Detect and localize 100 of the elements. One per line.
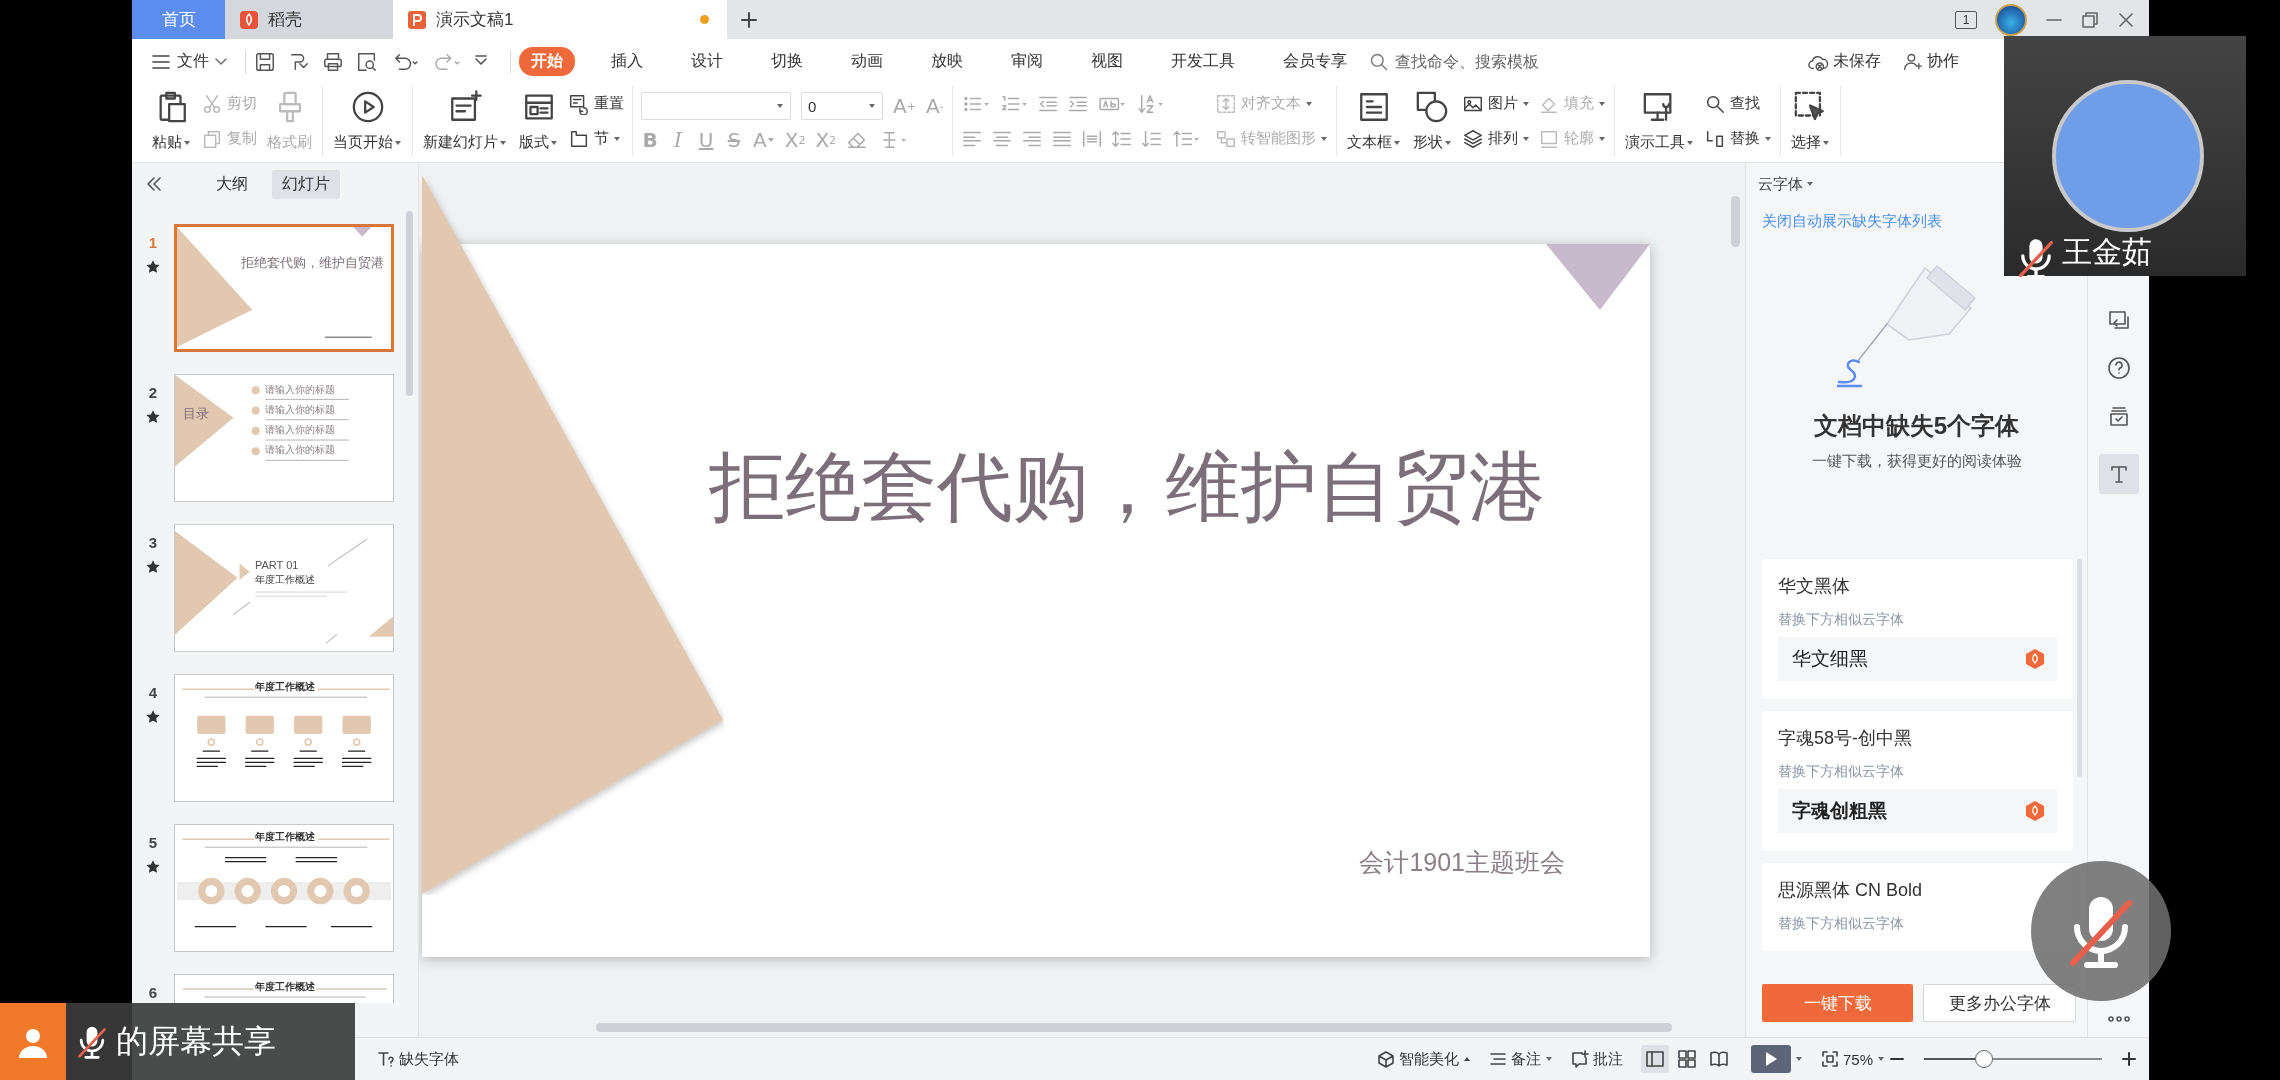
scrollbar[interactable]: [2077, 559, 2082, 777]
slide-thumbnail[interactable]: 目录 请输入你的标题 请输入你的标题 请输入你的标题 请输入你的标题: [174, 374, 394, 502]
hexagon-icon: [2025, 648, 2045, 670]
ribbon-button[interactable]: 选择: [1788, 86, 1832, 156]
grid-view-icon: [1676, 1049, 1697, 1069]
print-icon[interactable]: [322, 50, 344, 73]
save-status[interactable]: 未保存: [1807, 51, 1881, 72]
slide-text: 目录: [183, 405, 209, 423]
comments-button[interactable]: 批注: [1570, 1049, 1623, 1069]
ribbon-button[interactable]: 当页开始: [331, 86, 404, 156]
preview-icon[interactable]: [356, 50, 378, 73]
ribbon-button[interactable]: 演示工具: [1622, 86, 1696, 156]
font-warning-icon: [377, 1050, 395, 1068]
plus-icon[interactable]: [739, 9, 759, 30]
layers-icon: [1461, 127, 1484, 150]
panel-tab[interactable]: 幻灯片: [272, 169, 340, 199]
ribbon-button[interactable]: 形状: [1410, 86, 1454, 156]
notes-button[interactable]: 备注: [1488, 1049, 1553, 1069]
tab[interactable]: 演示文稿1: [393, 0, 727, 39]
slide-thumbnail[interactable]: 拒绝套代购，维护自贸港: [174, 224, 394, 352]
more-icon[interactable]: [2106, 1015, 2131, 1023]
ribbon-tab[interactable]: 切换: [759, 47, 815, 76]
font-hint: 替换下方相似云字体: [1778, 914, 1905, 933]
slide-text: PART 01: [255, 559, 299, 571]
play-icon: [1763, 1051, 1778, 1067]
ribbon-button[interactable]: 替换: [1703, 127, 1772, 150]
slide-text: 年度工作概述: [255, 980, 315, 994]
ribbon-button[interactable]: 查找: [1703, 92, 1772, 115]
ribbon-tab[interactable]: 审阅: [999, 47, 1055, 76]
window-count[interactable]: 1: [1955, 10, 1977, 29]
replacement-font[interactable]: 字魂创粗黑: [1778, 789, 2057, 833]
font-hint: 替换下方相似云字体: [1778, 610, 1905, 629]
more-fonts-button[interactable]: 更多办公字体: [1923, 984, 2076, 1022]
restore-icon[interactable]: [2081, 10, 2099, 29]
collaborate-button[interactable]: 协作: [1903, 51, 1959, 72]
slide-thumbnail[interactable]: PART 01 年度工作概述: [174, 524, 394, 652]
ribbon-tab[interactable]: 插入: [599, 47, 655, 76]
search-field[interactable]: 查找命令、搜索模板: [1393, 51, 1593, 72]
replacement-font[interactable]: 华文细黑: [1778, 637, 2057, 681]
slide-text: 请输入你的标题: [265, 423, 335, 437]
slide-number: 6: [148, 984, 158, 1001]
slide-number: 5: [148, 834, 158, 851]
slide-thumbnail[interactable]: 年度工作概述: [174, 674, 394, 802]
new-slide-icon: [448, 90, 482, 124]
smart-beautify-button[interactable]: 智能美化: [1376, 1049, 1471, 1069]
slide-thumbnail[interactable]: 年度工作概述: [174, 974, 394, 1003]
ribbon-tab[interactable]: 开发工具: [1159, 47, 1247, 76]
slide-text: 年度工作概述: [255, 573, 315, 587]
comment-icon: [1570, 1050, 1589, 1068]
search-icon: [1369, 51, 1389, 72]
ribbon-button[interactable]: 新建幻灯片: [421, 86, 509, 156]
ribbon-button[interactable]: 粘贴: [150, 86, 193, 156]
collapse-icon[interactable]: [146, 177, 162, 191]
save-icon[interactable]: [254, 50, 276, 73]
ribbon-button[interactable]: 节: [568, 127, 624, 150]
zoom-in-icon[interactable]: [2121, 1051, 2137, 1067]
scrollbar[interactable]: [406, 211, 413, 396]
fit-icon[interactable]: [1820, 1050, 1839, 1068]
font-hint: 替换下方相似云字体: [1778, 762, 1905, 781]
slide-number: 2: [148, 384, 158, 401]
ribbon-tab[interactable]: 视图: [1079, 47, 1135, 76]
slide-number: 4: [148, 684, 158, 701]
scrollbar[interactable]: [596, 1023, 1672, 1032]
close-icon[interactable]: [2117, 10, 2135, 29]
file-menu[interactable]: 文件: [151, 51, 237, 72]
participant-name: 王金茹: [2062, 234, 2152, 270]
missing-fonts-button[interactable]: 缺失字体: [377, 1049, 459, 1069]
side-tool[interactable]: [2098, 454, 2139, 494]
slide-thumbnail[interactable]: 年度工作概述: [174, 824, 394, 952]
caret-icon: [1794, 1056, 1803, 1062]
view-button[interactable]: [1640, 1045, 1669, 1073]
slide-subtitle: 会计1901主题班会: [1359, 847, 1565, 878]
ribbon-tab[interactable]: 动画: [839, 47, 895, 76]
panel-tab[interactable]: 大纲: [206, 169, 258, 199]
ribbon-tab[interactable]: 设计: [679, 47, 735, 76]
tab[interactable]: 稻壳: [225, 0, 393, 39]
ribbon-button[interactable]: 重置: [568, 92, 624, 115]
menu-icon: [151, 53, 171, 70]
ribbon-tab[interactable]: 会员专享: [1271, 47, 1359, 76]
avatar[interactable]: [1995, 3, 2027, 36]
align-text-icon: [1214, 92, 1237, 115]
ribbon-button[interactable]: 版式: [517, 86, 560, 156]
normal-view-icon: [1644, 1049, 1665, 1069]
chevron-icon: [215, 57, 227, 66]
panel-title[interactable]: 云字体: [1758, 174, 1814, 194]
font-name: 字魂58号-创中黑: [1778, 727, 1913, 750]
slide-number: 3: [148, 534, 158, 551]
ribbon-button[interactable]: 图片: [1461, 92, 1530, 115]
person-plus-icon: [1903, 51, 1923, 72]
ribbon-button[interactable]: 排列: [1461, 127, 1530, 150]
zoom-level[interactable]: 75%: [1842, 1050, 1885, 1068]
slide-text: 请输入你的标题: [265, 403, 335, 417]
shapes-icon: [1415, 90, 1450, 124]
scrollbar[interactable]: [1731, 196, 1740, 247]
play-button[interactable]: [1750, 1045, 1791, 1073]
ribbon-button[interactable]: 文本框: [1344, 86, 1403, 156]
caret-icon: [1806, 181, 1814, 187]
slider-thumb[interactable]: [1974, 1050, 1993, 1068]
ribbon-tab[interactable]: 放映: [919, 47, 975, 76]
caret-icon: [776, 103, 784, 109]
